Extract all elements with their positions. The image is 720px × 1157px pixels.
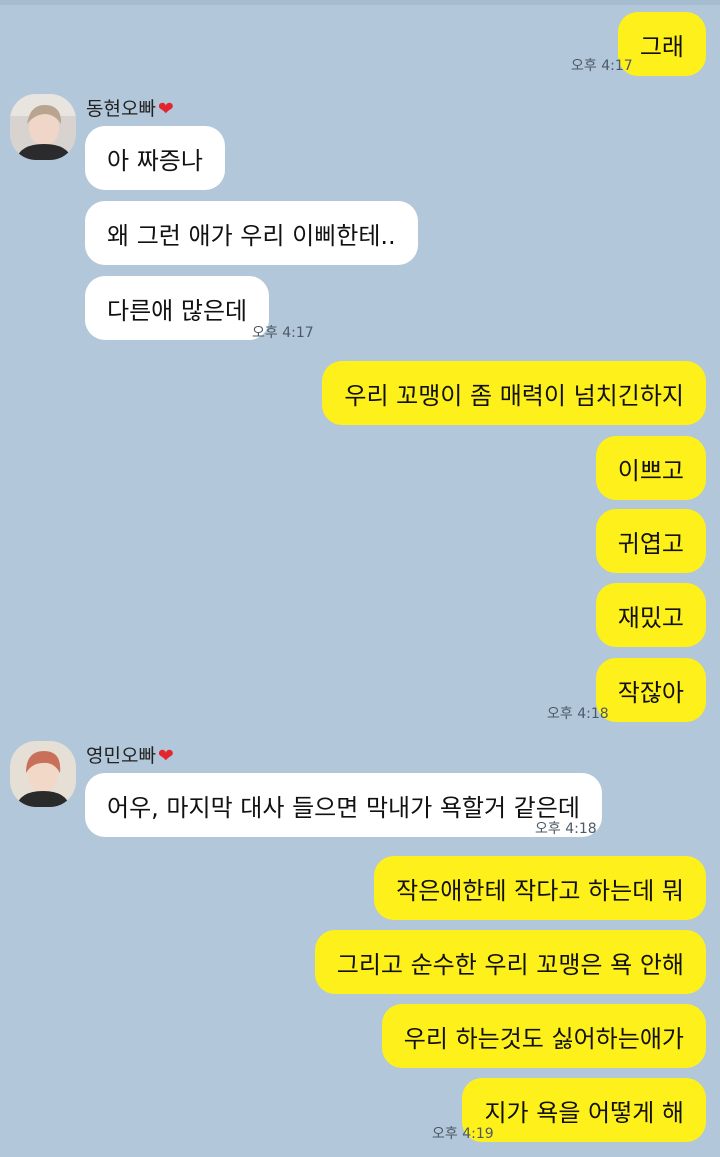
sender-name: 영민오빠 ❤ xyxy=(86,745,174,767)
message-text: 아 짜증나 xyxy=(107,146,203,175)
message-text: 다른애 많은데 xyxy=(107,296,248,325)
my-message-bubble[interactable]: 그리고 순수한 우리 꼬맹은 욕 안해 xyxy=(314,930,706,994)
their-message-bubble[interactable]: 어우, 마지막 대사 들으면 막내가 욕할거 같은데 xyxy=(85,773,602,837)
message-text: 재밌고 xyxy=(617,603,684,632)
my-message-bubble[interactable]: 작잖아 xyxy=(595,658,706,722)
their-message-bubble[interactable]: 왜 그런 애가 우리 이삐한테.. xyxy=(85,201,418,265)
message-text: 귀엽고 xyxy=(617,529,684,558)
top-bar xyxy=(0,0,720,5)
message-time: 오후 4:18 xyxy=(547,706,609,722)
heart-icon: ❤ xyxy=(157,745,174,767)
sender-name: 동현오빠 ❤ xyxy=(86,98,174,120)
message-text: 작잖아 xyxy=(617,678,684,707)
their-message-bubble[interactable]: 아 짜증나 xyxy=(85,126,225,190)
message-time: 오후 4:18 xyxy=(535,821,597,837)
sender-avatar[interactable] xyxy=(10,741,76,807)
my-message-bubble[interactable]: 우리 하는것도 싫어하는애가 xyxy=(381,1004,706,1068)
avatar-photo-icon xyxy=(10,741,76,807)
message-text: 그래 xyxy=(639,32,684,61)
message-text: 작은애한테 작다고 하는데 뭐 xyxy=(396,876,684,905)
my-message-bubble[interactable]: 지가 욕을 어떻게 해 xyxy=(462,1078,706,1142)
message-time: 오후 4:17 xyxy=(571,58,633,74)
message-text: 그리고 순수한 우리 꼬맹은 욕 안해 xyxy=(336,950,684,979)
my-message-bubble[interactable]: 귀엽고 xyxy=(595,509,706,573)
my-message-bubble[interactable]: 작은애한테 작다고 하는데 뭐 xyxy=(374,856,706,920)
my-message-bubble[interactable]: 이쁘고 xyxy=(595,436,706,500)
message-text: 왜 그런 애가 우리 이삐한테.. xyxy=(107,221,396,250)
message-text: 이쁘고 xyxy=(617,456,684,485)
my-message-bubble[interactable]: 재밌고 xyxy=(595,583,706,647)
my-message-bubble[interactable]: 우리 꼬맹이 좀 매력이 넘치긴하지 xyxy=(322,361,706,425)
avatar-photo-icon xyxy=(10,94,76,160)
message-text: 어우, 마지막 대사 들으면 막내가 욕할거 같은데 xyxy=(107,793,580,822)
sender-avatar[interactable] xyxy=(10,94,76,160)
their-message-bubble[interactable]: 다른애 많은데 xyxy=(85,276,270,340)
message-text: 지가 욕을 어떻게 해 xyxy=(484,1098,684,1127)
message-text: 우리 하는것도 싫어하는애가 xyxy=(403,1024,684,1053)
heart-icon: ❤ xyxy=(157,98,174,120)
message-time: 오후 4:19 xyxy=(432,1126,494,1142)
message-time: 오후 4:17 xyxy=(252,325,314,341)
message-text: 우리 꼬맹이 좀 매력이 넘치긴하지 xyxy=(344,381,684,410)
